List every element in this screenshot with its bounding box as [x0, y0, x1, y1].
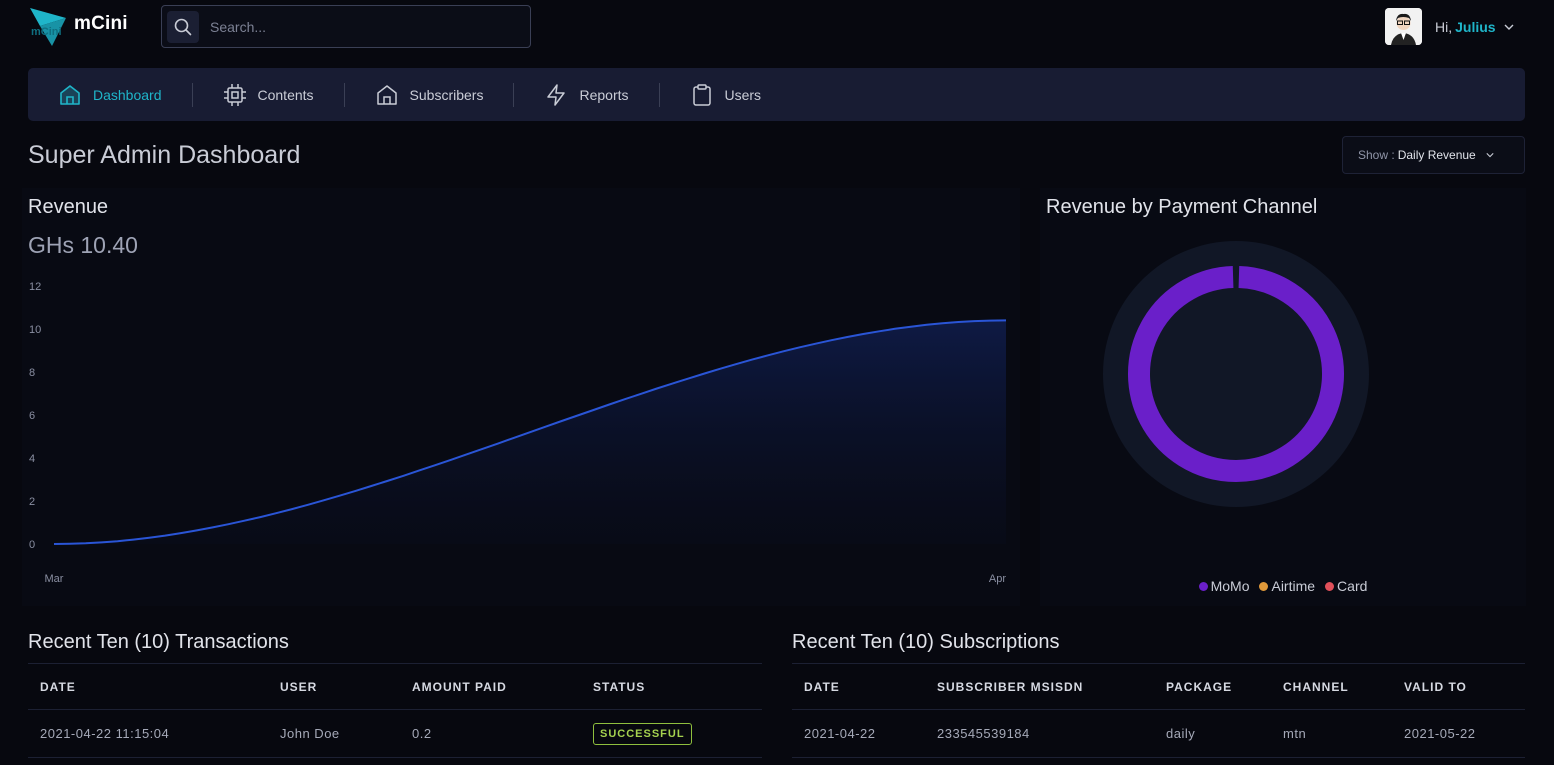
greeting-text: Hi, — [1435, 18, 1453, 35]
lightning-icon — [547, 83, 566, 106]
revenue-chart: 0 2 4 6 8 10 12 Mar Apr — [29, 281, 1006, 585]
legend-dot — [1198, 581, 1208, 591]
y-tick-label: 6 — [29, 410, 35, 422]
column-header[interactable]: AMOUNT PAID — [400, 663, 581, 710]
table-header-row: DATE USER AMOUNT PAID STATUS — [28, 663, 762, 710]
x-tick-label: Apr — [989, 573, 1006, 585]
y-tick-label: 4 — [29, 453, 35, 465]
cell-package: daily — [1154, 709, 1271, 758]
page-title: Super Admin Dashboard — [28, 141, 301, 169]
svg-text:mCini: mCini — [31, 26, 62, 38]
home-icon — [376, 84, 397, 105]
chart-legend: MoMo Airtime Card — [1040, 578, 1526, 594]
x-tick-label: Mar — [45, 573, 64, 585]
column-header[interactable]: DATE — [28, 663, 268, 710]
chevron-down-icon — [1504, 24, 1514, 30]
chip-icon — [223, 83, 246, 106]
legend-item-card[interactable]: Card — [1325, 578, 1367, 594]
status-badge: SUCCESSFUL — [593, 722, 692, 745]
show-select-label: Show : — [1358, 148, 1395, 162]
cell-amount: 0.2 — [400, 709, 581, 758]
column-header[interactable]: USER — [268, 663, 400, 710]
column-header[interactable]: DATE — [792, 663, 925, 710]
channel-panel: Revenue by Payment Channel MoMo Airtime … — [1040, 188, 1526, 606]
top-bar: mCini mCini Hi,Julius — [0, 0, 1554, 56]
nav-label: Contents — [257, 86, 314, 103]
subscriptions-title: Recent Ten (10) Subscriptions — [792, 631, 1060, 653]
divider — [513, 82, 515, 107]
nav-item-users[interactable]: Users — [690, 68, 762, 121]
user-name: Julius — [1455, 18, 1496, 35]
search-box — [161, 5, 531, 48]
table-header-row: DATE SUBSCRIBER MSISDN PACKAGE CHANNEL V… — [792, 663, 1525, 710]
y-tick-label: 12 — [29, 281, 41, 293]
transactions-table: DATE USER AMOUNT PAID STATUS 2021-04-22 … — [28, 663, 762, 758]
nav-item-reports[interactable]: Reports — [544, 68, 629, 121]
legend-dot — [1259, 581, 1269, 591]
transactions-title: Recent Ten (10) Transactions — [28, 631, 289, 653]
avatar-image — [1385, 8, 1422, 45]
user-greeting: Hi, Julius — [1435, 19, 1496, 35]
show-select[interactable]: Show : Daily Revenue — [1342, 136, 1525, 174]
legend-item-momo[interactable]: MoMo — [1198, 578, 1250, 594]
nav-label: Users — [724, 86, 762, 103]
nav-label: Reports — [579, 86, 629, 103]
legend-item-airtime[interactable]: Airtime — [1259, 578, 1315, 594]
column-header[interactable]: VALID TO — [1392, 663, 1525, 710]
cell-date: 2021-04-22 11:15:04 — [28, 709, 268, 758]
legend-label: Card — [1337, 578, 1368, 594]
divider — [658, 82, 660, 107]
table-row[interactable]: 2021-04-22 233545539184 daily mtn 2021-0… — [792, 709, 1525, 758]
cell-date: 2021-04-22 — [792, 709, 925, 758]
column-header[interactable]: CHANNEL — [1271, 663, 1392, 710]
nav-item-subscribers[interactable]: Subscribers — [375, 68, 484, 121]
search-button[interactable] — [167, 11, 199, 43]
nav-label: Dashboard — [93, 86, 162, 103]
user-menu[interactable]: Hi, Julius — [1385, 8, 1514, 45]
chevron-down-icon — [1486, 153, 1494, 158]
main-nav: Dashboard Contents Subscribers Reports U… — [28, 68, 1525, 121]
search-icon — [174, 18, 192, 36]
divider — [343, 82, 345, 107]
avatar — [1385, 8, 1422, 45]
cell-valid-to: 2021-05-22 — [1392, 709, 1525, 758]
divider — [191, 82, 193, 107]
cell-user: John Doe — [268, 709, 400, 758]
legend-label: MoMo — [1210, 578, 1250, 594]
column-header[interactable]: PACKAGE — [1154, 663, 1271, 710]
home-icon — [60, 84, 80, 105]
app-name: mCini — [74, 13, 128, 34]
cell-channel: mtn — [1271, 709, 1392, 758]
nav-item-contents[interactable]: Contents — [223, 68, 314, 121]
cell-msisdn: 233545539184 — [925, 709, 1154, 758]
y-tick-label: 8 — [29, 367, 35, 379]
nav-item-dashboard[interactable]: Dashboard — [58, 68, 162, 121]
column-header[interactable]: SUBSCRIBER MSISDN — [925, 663, 1154, 710]
show-select-value: Daily Revenue — [1397, 148, 1476, 162]
y-tick-label: 10 — [29, 324, 41, 336]
column-header[interactable]: STATUS — [581, 663, 762, 710]
table-row[interactable]: 2021-04-22 11:15:04 John Doe 0.2 SUCCESS… — [28, 709, 762, 758]
y-tick-label: 2 — [29, 496, 35, 508]
cell-status: SUCCESSFUL — [581, 709, 762, 758]
logo-icon: mCini — [30, 8, 66, 46]
donut-chart — [1103, 241, 1369, 507]
clipboard-icon — [692, 83, 711, 106]
nav-label: Subscribers — [409, 86, 484, 103]
search-input[interactable] — [210, 14, 510, 40]
legend-label: Airtime — [1271, 578, 1316, 594]
legend-dot — [1325, 581, 1335, 591]
subscriptions-table: DATE SUBSCRIBER MSISDN PACKAGE CHANNEL V… — [792, 663, 1525, 758]
y-tick-label: 0 — [29, 539, 35, 551]
logo[interactable]: mCini mCini — [28, 6, 128, 48]
revenue-panel: Revenue GHs 10.40 0 2 4 6 8 10 12 Mar Apr — [22, 188, 1020, 606]
